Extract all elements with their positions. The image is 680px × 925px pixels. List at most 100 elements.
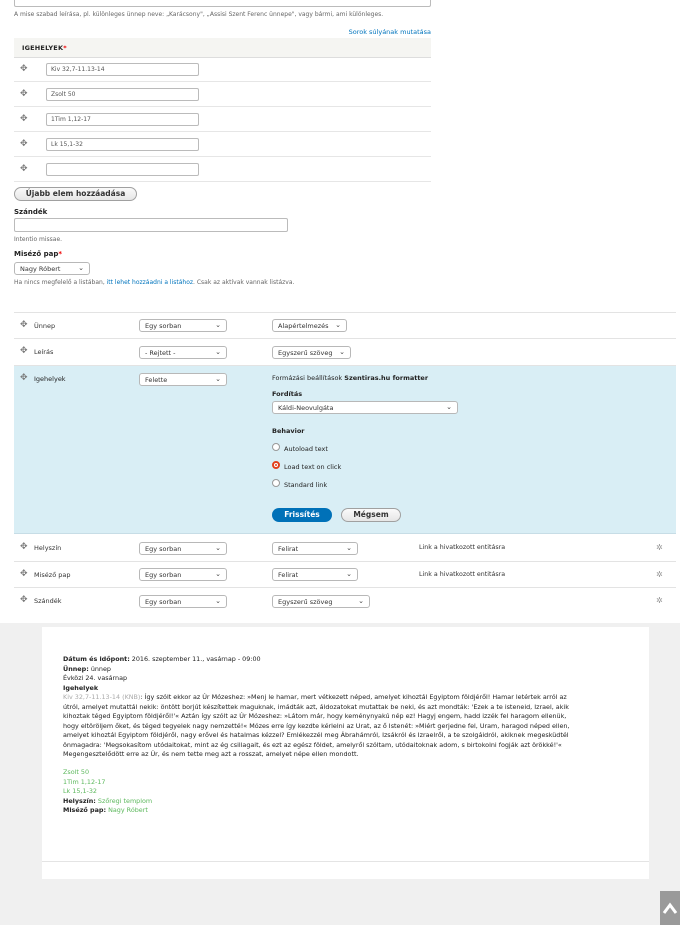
date-label: Dátum és időpont:	[63, 655, 130, 663]
igehely-row: ✥ Zsolt 50	[14, 83, 431, 107]
label-mode-select[interactable]: Egy sorban ⌄	[139, 319, 227, 332]
behavior-option-label: Standard link	[284, 481, 328, 489]
formatter-name: Szentiras.hu formatter	[344, 374, 429, 382]
helyszin-label: Helyszín:	[63, 796, 96, 805]
label-mode-value: Egy sorban	[145, 545, 182, 553]
label-mode-value: - Rejtett -	[145, 349, 176, 357]
chevron-down-icon: ⌄	[215, 375, 221, 383]
drag-handle-icon[interactable]: ✥	[20, 140, 28, 149]
formatter-summary: Link a hivatkozott entitásra	[419, 544, 506, 551]
preview-reading: Kiv 32,7-11.13-14 (KNB): Így szólt ekkor…	[63, 693, 648, 703]
add-item-button[interactable]: Újabb elem hozzáadása	[14, 187, 137, 201]
reading-line: : Így szólt ekkor az Úr Mózeshez: »Menj …	[140, 693, 567, 701]
igehelyek-header-label: IGEHELYEK	[22, 44, 64, 52]
chevron-down-icon: ⌄	[339, 348, 345, 356]
label-mode-select[interactable]: Egy sorban ⌄	[139, 568, 227, 581]
format-select[interactable]: Egyszerű szöveg ⌄	[272, 346, 351, 359]
drag-handle-icon[interactable]: ✥	[20, 115, 28, 124]
reading-line: Megengesztelődött erre az Úr, és nem tet…	[63, 750, 359, 758]
formatter-settings-prefix: Formázási beállítások	[272, 374, 343, 382]
drag-handle-icon[interactable]: ✥	[20, 542, 28, 552]
field-row-igehelyek: ✥ Igehelyek Felette ⌄ Formázási beállítás…	[14, 366, 676, 534]
format-select[interactable]: Egyszerű szöveg ⌄	[272, 595, 370, 608]
misezo-desc: Ha nincs megfelelő a listában, itt lehet…	[14, 279, 294, 286]
preview-divider	[42, 861, 649, 862]
chevron-down-icon: ⌄	[215, 321, 221, 329]
reading-line: útról, amelyet mutattál nekik: öntött bo…	[63, 702, 569, 711]
preview-misezo: Miséző pap: Nagy Róbert	[63, 806, 148, 816]
field-name: Helyszín	[34, 544, 62, 552]
gear-icon[interactable]: ✲	[656, 596, 663, 605]
behavior-radio-standard-link[interactable]	[272, 479, 280, 487]
format-value: Felirat	[278, 571, 299, 579]
chevron-down-icon: ⌄	[446, 403, 452, 411]
label-mode-select[interactable]: Egy sorban ⌄	[139, 542, 227, 555]
leiras-textarea[interactable]	[14, 0, 431, 7]
behavior-label: Behavior	[272, 427, 305, 435]
helyszin-link[interactable]: Szőregi templom	[98, 797, 152, 805]
label-mode-select[interactable]: Egy sorban ⌄	[139, 595, 227, 608]
field-name: Ünnep	[34, 322, 56, 330]
igehely-row: ✥ Lk 15,1-32	[14, 133, 431, 157]
igehelyek-table-header: IGEHELYEK*	[14, 38, 431, 58]
reading-ref[interactable]: Kiv 32,7-11.13-14 (KNB)	[63, 693, 140, 701]
cancel-button[interactable]: Mégsem	[341, 508, 401, 522]
misezo-select[interactable]: Nagy Róbert ⌄	[14, 262, 90, 275]
format-select[interactable]: Alapértelmezés ⌄	[272, 319, 347, 332]
required-mark: *	[63, 44, 67, 52]
back-to-top-button[interactable]	[660, 891, 680, 925]
misezo-link[interactable]: Nagy Róbert	[108, 806, 148, 814]
behavior-radio-load-on-click[interactable]	[272, 461, 280, 469]
unnep-value: ünnep	[90, 664, 111, 673]
field-row-szandek: ✥ Szándék Egy sorban ⌄ Egyszerű szöveg ⌄ ✲	[14, 588, 676, 615]
igehely-input[interactable]: 1Tim 1,12-17	[46, 113, 199, 126]
gear-icon[interactable]: ✲	[656, 543, 663, 552]
format-value: Egyszerű szöveg	[278, 349, 333, 357]
behavior-radio-autoload[interactable]	[272, 443, 280, 451]
drag-handle-icon[interactable]: ✥	[20, 346, 28, 356]
bible-ref-link[interactable]: Lk 15,1-32	[63, 787, 97, 797]
drag-handle-icon[interactable]: ✥	[20, 165, 28, 174]
szandek-desc: Intentio missae.	[14, 236, 63, 243]
misezo-preview-label: Miséző pap:	[63, 806, 107, 814]
bible-ref-link[interactable]: 1Tim 1,12-17	[63, 778, 105, 788]
misezo-select-value: Nagy Róbert	[20, 265, 61, 273]
label-mode-select[interactable]: Felette ⌄	[139, 373, 227, 386]
drag-handle-icon[interactable]: ✥	[20, 90, 28, 99]
formatter-settings-heading: Formázási beállítások Szentiras.hu forma…	[272, 374, 428, 382]
igehely-input[interactable]	[46, 163, 199, 176]
igehely-input[interactable]: Lk 15,1-32	[46, 138, 199, 151]
label-mode-value: Egy sorban	[145, 322, 182, 330]
drag-handle-icon[interactable]: ✥	[20, 373, 28, 383]
chevron-down-icon: ⌄	[215, 544, 221, 552]
misezo-label: Miséző pap*	[14, 250, 62, 258]
field-name: Szándék	[34, 597, 62, 605]
drag-handle-icon[interactable]: ✥	[20, 65, 28, 74]
add-to-list-link[interactable]: itt lehet hozzáadni a listához	[107, 279, 193, 286]
field-name: Leírás	[34, 348, 54, 356]
format-select[interactable]: Felirat ⌄	[272, 542, 358, 555]
reading-line: önmagadra: 'Megsokasítom utódaitokat, mi…	[63, 740, 562, 749]
row-weights-link[interactable]: Sorok súlyának mutatása	[349, 28, 431, 36]
drag-handle-icon[interactable]: ✥	[20, 320, 28, 330]
misezo-desc-pre: Ha nincs megfelelő a listában,	[14, 279, 107, 286]
gear-icon[interactable]: ✲	[656, 570, 663, 579]
igehely-input[interactable]: Zsolt 50	[46, 88, 199, 101]
reading-line: kihoztak téged Egyiptom földjéről!'« Azt…	[63, 712, 567, 720]
back-to-top-icon	[662, 902, 678, 914]
leiras-hint: A mise szabad leírása, pl. különleges ün…	[14, 11, 384, 18]
szandek-input[interactable]	[14, 218, 288, 232]
preview-helyszin: Helyszín: Szőregi templom	[63, 797, 152, 807]
update-button[interactable]: Frissítés	[272, 508, 332, 522]
translation-select[interactable]: Káldi-Neovulgáta ⌄	[272, 401, 458, 414]
bible-ref-link[interactable]: Zsolt 50	[63, 768, 89, 778]
drag-handle-icon[interactable]: ✥	[20, 569, 28, 579]
field-row-unnep: ✥ Ünnep Egy sorban ⌄ Alapértelmezés ⌄	[14, 313, 676, 339]
required-mark: *	[58, 250, 63, 258]
format-select[interactable]: Felirat ⌄	[272, 568, 358, 581]
drag-handle-icon[interactable]: ✥	[20, 595, 28, 605]
preview-date: Dátum és időpont: 2016. szeptember 11., …	[63, 655, 261, 665]
label-mode-select[interactable]: - Rejtett - ⌄	[139, 346, 227, 359]
label-mode-value: Felette	[145, 376, 168, 384]
igehely-input[interactable]: Kiv 32,7-11.13-14	[46, 63, 199, 76]
